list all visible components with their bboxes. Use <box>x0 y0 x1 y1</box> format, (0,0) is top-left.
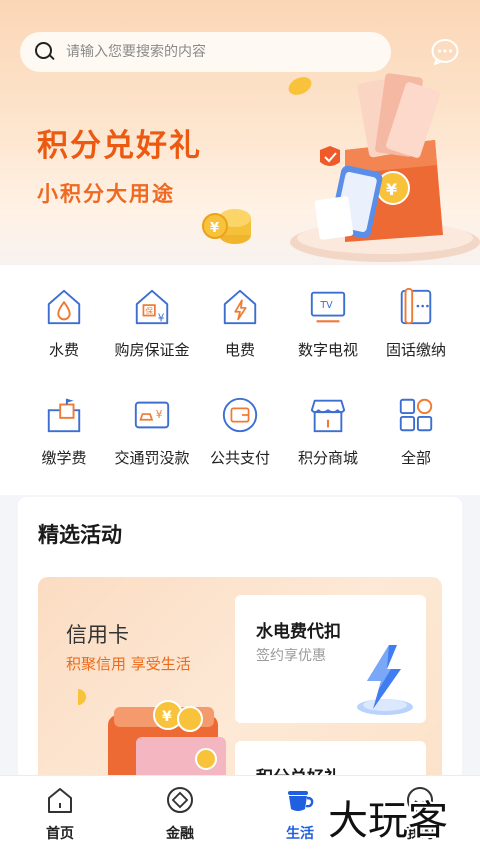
service-label: 购房保证金 <box>114 341 190 359</box>
banner-title: 积分兑好礼 <box>37 128 202 164</box>
promo-subtitle: 积聚信用 享受生活 <box>66 655 191 673</box>
tab-finance[interactable]: 金融 <box>120 776 240 853</box>
svg-text:¥: ¥ <box>386 180 397 199</box>
search-bar[interactable] <box>20 32 391 72</box>
svg-text:保: 保 <box>145 307 153 316</box>
svg-text:¥: ¥ <box>210 221 219 236</box>
featured-activities: 精选活动 信用卡 积聚信用 享受生活 ¥ 水电费代扣 签约享优惠 积分兑好礼 <box>18 497 462 797</box>
service-label: 电费 <box>224 341 255 359</box>
coffee-cup-icon <box>288 791 314 811</box>
service-traffic-fine[interactable]: ¥ 交通罚没款 <box>104 373 200 468</box>
tv-icon: TV <box>310 291 346 323</box>
service-water[interactable]: 水费 <box>16 265 112 360</box>
all-grid-icon <box>399 398 433 432</box>
watermark-logo: 大玩客 <box>328 796 450 846</box>
svg-text:¥: ¥ <box>162 709 172 725</box>
traffic-fine-icon: ¥ <box>134 401 170 429</box>
service-label: 交通罚没款 <box>114 449 190 467</box>
service-label: 全部 <box>400 449 431 467</box>
svg-text:¥: ¥ <box>156 409 163 421</box>
school-icon <box>47 398 81 433</box>
services-grid: 水费 保 ¥ 购房保证金 电费 TV 数字电视 固话缴纳 缴学费 ¥ 交通罚没款… <box>0 265 480 495</box>
service-all[interactable]: 全部 <box>368 373 464 468</box>
electric-house-icon <box>223 289 257 325</box>
card-subtitle: 签约享优惠 <box>256 648 326 664</box>
svg-text:TV: TV <box>319 300 333 311</box>
banner-subtitle: 小积分大用途 <box>37 182 175 206</box>
tab-label: 金融 <box>166 826 194 842</box>
search-icon <box>34 41 56 63</box>
credit-card-promo[interactable]: 信用卡 积聚信用 享受生活 ¥ 水电费代扣 签约享优惠 积分兑好礼 <box>38 577 442 797</box>
wallet-icon <box>222 397 258 433</box>
house-deposit-icon: 保 ¥ <box>135 289 169 324</box>
service-landline[interactable]: 固话缴纳 <box>368 265 464 360</box>
gift-pot-illustration: ¥ ¥ <box>202 73 480 262</box>
svg-text:¥: ¥ <box>158 312 165 324</box>
service-tv[interactable]: TV 数字电视 <box>280 265 376 360</box>
service-label: 积分商城 <box>297 449 358 467</box>
store-icon <box>310 399 346 433</box>
section-title: 精选活动 <box>38 523 122 547</box>
service-label: 缴学费 <box>41 449 87 467</box>
water-electric-autopay-card[interactable]: 水电费代扣 签约享优惠 <box>235 595 426 723</box>
service-label: 水费 <box>48 341 79 359</box>
chat-bubble-icon[interactable] <box>430 38 460 66</box>
landline-phone-icon <box>400 287 432 325</box>
water-house-icon <box>47 289 81 325</box>
service-label: 固话缴纳 <box>385 341 446 359</box>
search-input[interactable] <box>66 44 356 60</box>
service-public-pay[interactable]: 公共支付 <box>192 373 288 468</box>
card-title: 水电费代扣 <box>256 622 341 642</box>
tab-label: 生活 <box>286 826 314 842</box>
service-label: 公共支付 <box>209 449 270 467</box>
service-house-deposit[interactable]: 保 ¥ 购房保证金 <box>104 265 200 360</box>
service-points-mall[interactable]: 积分商城 <box>280 373 376 468</box>
service-tuition[interactable]: 缴学费 <box>16 373 112 468</box>
tab-label: 首页 <box>46 826 74 842</box>
promo-title: 信用卡 <box>66 623 129 647</box>
home-icon <box>48 788 72 813</box>
lightning-bolt-icon <box>357 645 413 715</box>
watermark-text: 大玩客 <box>328 798 448 844</box>
service-electric[interactable]: 电费 <box>192 265 288 360</box>
finance-icon <box>167 787 193 813</box>
service-label: 数字电视 <box>297 341 358 359</box>
banner[interactable]: 积分兑好礼 小积分大用途 ¥ ¥ <box>0 0 480 265</box>
tab-home[interactable]: 首页 <box>0 776 120 853</box>
